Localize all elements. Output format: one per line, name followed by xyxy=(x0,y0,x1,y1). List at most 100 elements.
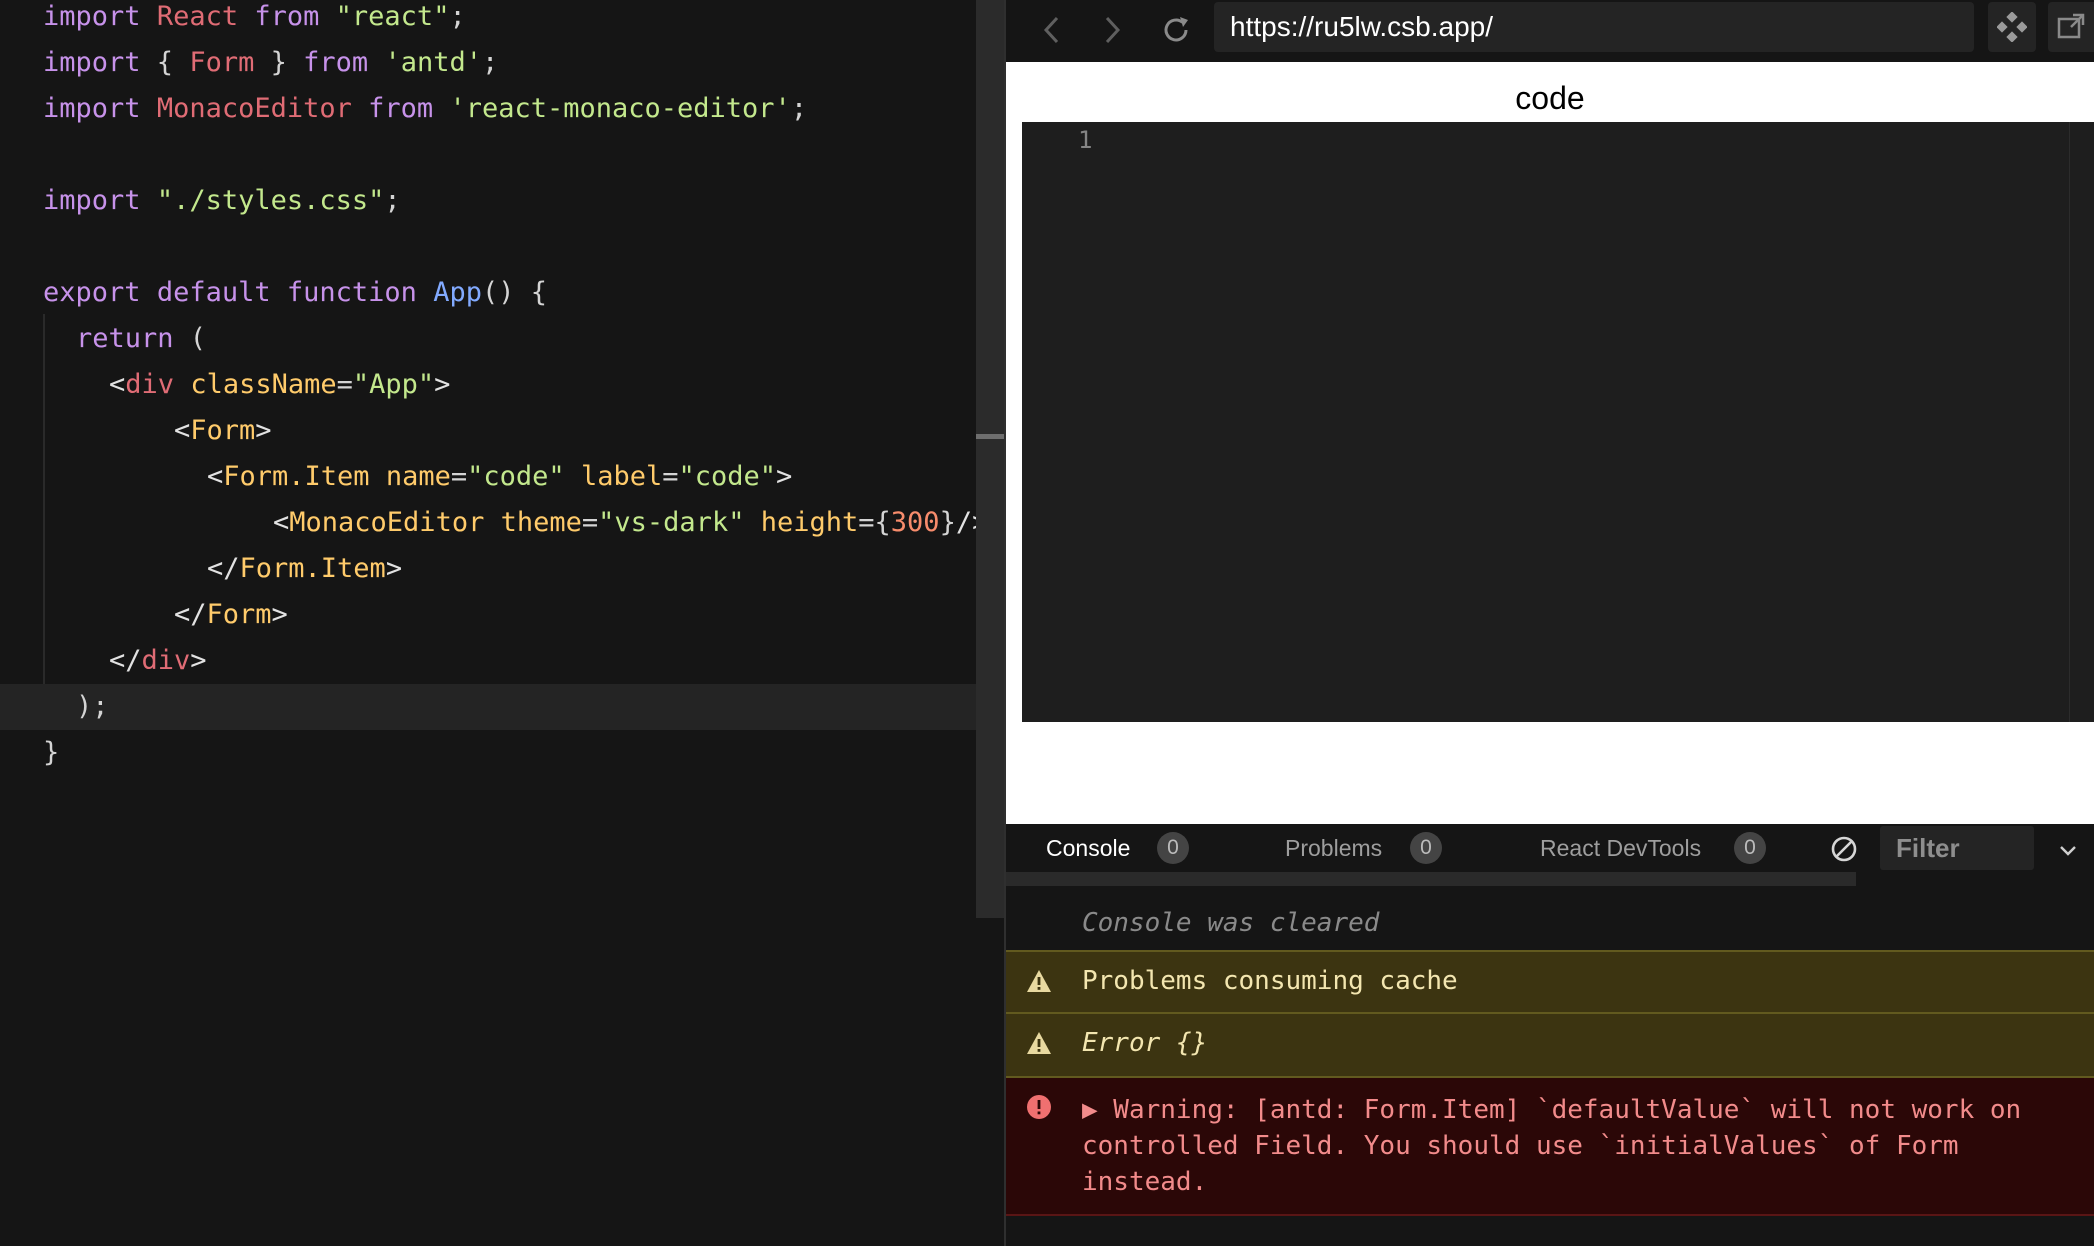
external-link-icon xyxy=(2057,13,2085,39)
code-token: 'antd' xyxy=(384,47,482,78)
editor-scrollbar-thumb[interactable] xyxy=(976,434,1004,439)
code-line-9[interactable]: <div className="App"> xyxy=(0,362,976,408)
browser-preview: https://ru5lw.csb.app/ code 1 Console 0 … xyxy=(1006,0,2094,1246)
forward-button[interactable] xyxy=(1090,8,1134,52)
code-line-5[interactable]: import "./styles.css"; xyxy=(0,178,976,224)
code-token: ; xyxy=(449,1,466,32)
preview-viewport: code 1 xyxy=(1006,62,2094,824)
code-line-7[interactable]: export default function App() { xyxy=(0,270,976,316)
code-token: name xyxy=(385,461,451,492)
filter-input[interactable] xyxy=(1880,826,2034,870)
code-token: import xyxy=(43,47,141,78)
code-token: import xyxy=(43,185,141,216)
open-new-window-button[interactable] xyxy=(2048,2,2094,52)
code-token: > xyxy=(385,553,403,584)
code-line-11[interactable]: <Form.Item name="code" label="code"> xyxy=(0,454,976,500)
code-editor[interactable]: import React from "react"; import { Form… xyxy=(0,0,1004,1246)
code-line-6[interactable] xyxy=(0,224,976,270)
code-token: div xyxy=(125,369,175,400)
code-line-text: <Form.Item name="code" label="code"> xyxy=(207,454,792,500)
code-token: < xyxy=(109,369,126,400)
refresh-button[interactable] xyxy=(1154,8,1198,52)
refresh-icon xyxy=(1164,17,1188,42)
code-token: label xyxy=(580,461,663,492)
code-line-8[interactable]: return ( xyxy=(0,316,976,362)
url-bar[interactable]: https://ru5lw.csb.app/ xyxy=(1214,2,1974,52)
code-line-text: <MonacoEditor theme="vs-dark" height={30… xyxy=(273,500,988,546)
code-line-16[interactable]: ); xyxy=(0,684,1004,730)
code-token: div xyxy=(141,645,191,676)
codesandbox-button[interactable] xyxy=(1988,2,2036,52)
code-token: App xyxy=(433,277,482,308)
code-token: Form.Item xyxy=(239,553,386,584)
monaco-editor[interactable]: 1 xyxy=(1022,122,2094,722)
code-token: </ xyxy=(207,553,240,584)
code-token: = xyxy=(581,507,599,538)
monaco-scrollbar[interactable] xyxy=(2069,122,2094,722)
code-token: "code" xyxy=(467,461,565,492)
code-token: > xyxy=(434,369,451,400)
code-token: return xyxy=(76,323,174,354)
console-error-entry[interactable]: ▶ Warning: [antd: Form.Item] `defaultVal… xyxy=(1006,1078,2094,1216)
clear-console-icon[interactable] xyxy=(1829,834,1859,864)
code-token: ); xyxy=(76,691,109,722)
code-line-14[interactable]: </Form> xyxy=(0,592,976,638)
code-token: "react" xyxy=(335,1,450,32)
code-token: from xyxy=(303,47,369,78)
code-token: default xyxy=(156,277,271,308)
code-token: < xyxy=(207,461,224,492)
code-token: "vs-dark" xyxy=(598,507,745,538)
code-line-text: import "./styles.css"; xyxy=(43,178,401,224)
code-token: from xyxy=(368,93,434,124)
codesandbox-icon xyxy=(1997,12,2027,42)
code-token: > xyxy=(776,461,793,492)
log-message: Error {} xyxy=(1082,1028,1208,1058)
code-line-4[interactable] xyxy=(0,132,976,178)
code-line-12[interactable]: <MonacoEditor theme="vs-dark" height={30… xyxy=(0,500,988,546)
warning-icon xyxy=(1027,1032,1051,1054)
code-line-10[interactable]: <Form> xyxy=(0,408,976,454)
code-token: = xyxy=(336,369,353,400)
tab-console[interactable]: Console xyxy=(1046,824,1130,872)
code-token: 'react-monaco-editor' xyxy=(449,93,791,124)
code-line-17[interactable]: } xyxy=(0,730,976,776)
code-token: ; xyxy=(384,185,401,216)
editor-scrollbar[interactable] xyxy=(976,0,1004,918)
code-token: from xyxy=(254,1,320,32)
code-token: theme xyxy=(500,507,582,538)
code-line-text: </Form.Item> xyxy=(207,546,402,592)
code-line-13[interactable]: </Form.Item> xyxy=(0,546,976,592)
code-line-15[interactable]: </div> xyxy=(0,638,976,684)
chevron-down-icon[interactable] xyxy=(2056,838,2080,862)
code-line-2[interactable]: import { Form } from 'antd'; xyxy=(0,40,976,86)
code-token: "code" xyxy=(678,461,777,492)
code-token: ; xyxy=(790,93,808,124)
code-token: > xyxy=(271,599,288,630)
tab-problems[interactable]: Problems xyxy=(1285,824,1382,872)
code-token: React xyxy=(156,1,239,32)
code-line-3[interactable]: import MonacoEditor from 'react-monaco-e… xyxy=(0,86,976,132)
code-token: "App" xyxy=(352,369,435,400)
code-line-text: <div className="App"> xyxy=(109,362,450,408)
back-button[interactable] xyxy=(1030,8,1074,52)
problems-count-badge: 0 xyxy=(1410,832,1442,864)
code-token: className xyxy=(190,369,337,400)
code-token: 300 xyxy=(890,507,940,538)
code-token: Form.Item xyxy=(223,461,370,492)
code-line-text: export default function App() { xyxy=(43,270,547,316)
code-token: < xyxy=(174,415,191,446)
chevron-right-icon xyxy=(1105,16,1121,44)
code-token: = xyxy=(450,461,468,492)
code-line-1[interactable]: import React from "react"; xyxy=(0,0,976,40)
tab-react-devtools[interactable]: React DevTools xyxy=(1540,824,1701,872)
code-line-text: ); xyxy=(76,684,109,730)
